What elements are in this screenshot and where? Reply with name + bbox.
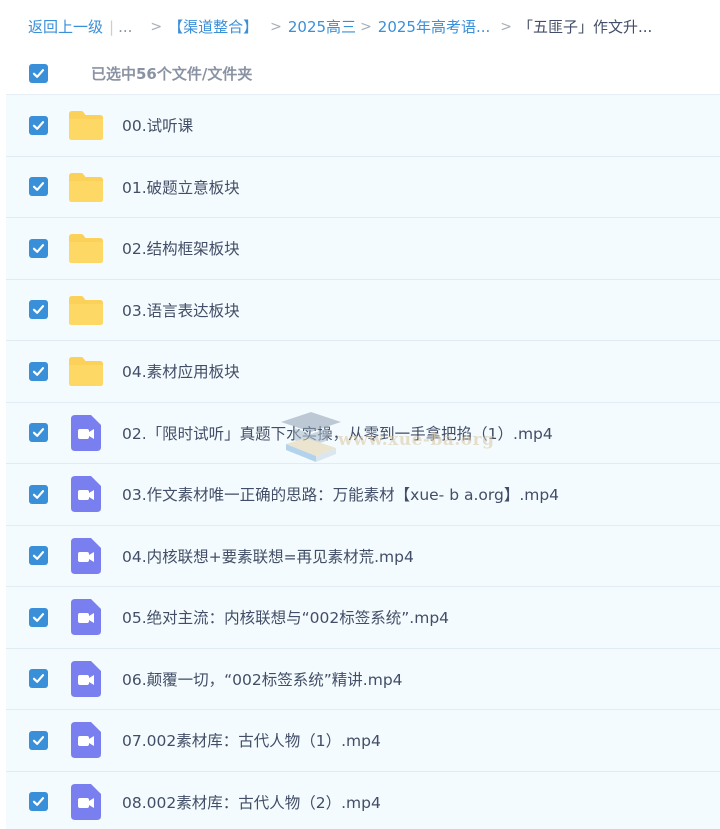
checkmark-icon bbox=[32, 305, 45, 315]
chevron-right-icon: > bbox=[150, 18, 163, 35]
checkmark-icon bbox=[32, 120, 45, 130]
breadcrumb-ellipsis[interactable]: ... bbox=[118, 18, 132, 36]
breadcrumb-item-course[interactable]: 2025年高考语... bbox=[378, 16, 490, 37]
chevron-right-icon: > bbox=[270, 18, 282, 35]
breadcrumb: 返回上一级 | ... > 【渠道整合】 > 2025高三 > 2025年高考语… bbox=[0, 0, 720, 53]
row-checkbox[interactable] bbox=[29, 115, 48, 135]
checkmark-icon bbox=[32, 182, 45, 192]
file-row[interactable]: 02.「限时试听」真题下水实操，从零到一手拿把掐（1）.mp4 bbox=[6, 402, 720, 464]
file-row[interactable]: 03.作文素材唯一正确的思路：万能素材【xue- b a.org】.mp4 bbox=[6, 464, 720, 526]
video-file-icon bbox=[66, 536, 106, 576]
folder-row[interactable]: 04.素材应用板块 bbox=[6, 341, 720, 403]
folder-icon bbox=[66, 105, 106, 145]
file-name[interactable]: 00.试听课 bbox=[122, 114, 193, 136]
folder-icon bbox=[66, 290, 106, 330]
video-file-icon bbox=[66, 720, 106, 760]
video-file-icon bbox=[66, 474, 106, 514]
breadcrumb-item-grade[interactable]: 2025高三 bbox=[288, 16, 356, 37]
file-name[interactable]: 07.002素材库：古代人物（1）.mp4 bbox=[122, 729, 381, 751]
checkmark-icon bbox=[32, 68, 45, 78]
checkmark-icon bbox=[32, 674, 45, 684]
video-file-icon bbox=[66, 413, 106, 453]
row-checkbox[interactable] bbox=[29, 546, 48, 566]
checkmark-icon bbox=[32, 612, 45, 622]
file-name[interactable]: 03.语言表达板块 bbox=[122, 299, 240, 321]
row-checkbox[interactable] bbox=[29, 607, 48, 627]
chevron-right-icon: > bbox=[500, 18, 513, 35]
row-checkbox[interactable] bbox=[29, 484, 48, 504]
file-name[interactable]: 04.内核联想+要素联想=再见素材荒.mp4 bbox=[122, 545, 414, 567]
breadcrumb-item-channel[interactable]: 【渠道整合】 bbox=[168, 16, 258, 37]
breadcrumb-divider: | bbox=[109, 17, 115, 36]
video-file-icon bbox=[66, 659, 106, 699]
file-row[interactable]: 08.002素材库：古代人物（2）.mp4 bbox=[6, 771, 720, 829]
row-checkbox[interactable] bbox=[29, 238, 48, 258]
row-checkbox[interactable] bbox=[29, 792, 48, 812]
file-name[interactable]: 02.结构框架板块 bbox=[122, 237, 240, 259]
row-checkbox[interactable] bbox=[29, 361, 48, 381]
select-all-checkbox[interactable] bbox=[29, 63, 48, 83]
folder-row[interactable]: 03.语言表达板块 bbox=[6, 279, 720, 341]
file-name[interactable]: 02.「限时试听」真题下水实操，从零到一手拿把掐（1）.mp4 bbox=[122, 422, 553, 444]
checkmark-icon bbox=[32, 551, 45, 561]
file-name[interactable]: 04.素材应用板块 bbox=[122, 360, 240, 382]
selection-bar: 已选中56个文件/文件夹 bbox=[0, 53, 720, 93]
row-checkbox[interactable] bbox=[29, 423, 48, 443]
checkmark-icon bbox=[32, 735, 45, 745]
file-name[interactable]: 08.002素材库：古代人物（2）.mp4 bbox=[122, 791, 381, 813]
folder-row[interactable]: 02.结构框架板块 bbox=[6, 218, 720, 280]
folder-row[interactable]: 01.破题立意板块 bbox=[6, 156, 720, 218]
folder-icon bbox=[66, 351, 106, 391]
video-file-icon bbox=[66, 782, 106, 822]
row-checkbox[interactable] bbox=[29, 669, 48, 689]
checkmark-icon bbox=[32, 243, 45, 253]
checkmark-icon bbox=[32, 489, 45, 499]
folder-icon bbox=[66, 228, 106, 268]
file-name[interactable]: 03.作文素材唯一正确的思路：万能素材【xue- b a.org】.mp4 bbox=[122, 483, 559, 505]
chevron-right-icon: > bbox=[360, 18, 372, 35]
breadcrumb-current: 「五匪子」作文升... bbox=[518, 18, 653, 36]
file-name[interactable]: 01.破题立意板块 bbox=[122, 176, 240, 198]
selection-count: 已选中56个文件/文件夹 bbox=[91, 64, 253, 83]
row-checkbox[interactable] bbox=[29, 177, 48, 197]
file-list: 00.试听课 01.破题立意板块 02.结构框架板块 03.语言表达板块 04.素材应用… bbox=[6, 94, 720, 829]
back-link[interactable]: 返回上一级 bbox=[28, 16, 103, 37]
folder-icon bbox=[66, 167, 106, 207]
file-name[interactable]: 06.颠覆一切，“002标签系统”精讲.mp4 bbox=[122, 668, 403, 690]
row-checkbox[interactable] bbox=[29, 730, 48, 750]
video-file-icon bbox=[66, 597, 106, 637]
file-row[interactable]: 05.绝对主流：内核联想与“002标签系统”.mp4 bbox=[6, 587, 720, 649]
checkmark-icon bbox=[32, 428, 45, 438]
row-checkbox[interactable] bbox=[29, 300, 48, 320]
file-row[interactable]: 06.颠覆一切，“002标签系统”精讲.mp4 bbox=[6, 648, 720, 710]
folder-row[interactable]: 00.试听课 bbox=[6, 95, 720, 157]
checkmark-icon bbox=[32, 797, 45, 807]
file-row[interactable]: 04.内核联想+要素联想=再见素材荒.mp4 bbox=[6, 525, 720, 587]
checkmark-icon bbox=[32, 366, 45, 376]
file-row[interactable]: 07.002素材库：古代人物（1）.mp4 bbox=[6, 710, 720, 772]
file-name[interactable]: 05.绝对主流：内核联想与“002标签系统”.mp4 bbox=[122, 606, 449, 628]
